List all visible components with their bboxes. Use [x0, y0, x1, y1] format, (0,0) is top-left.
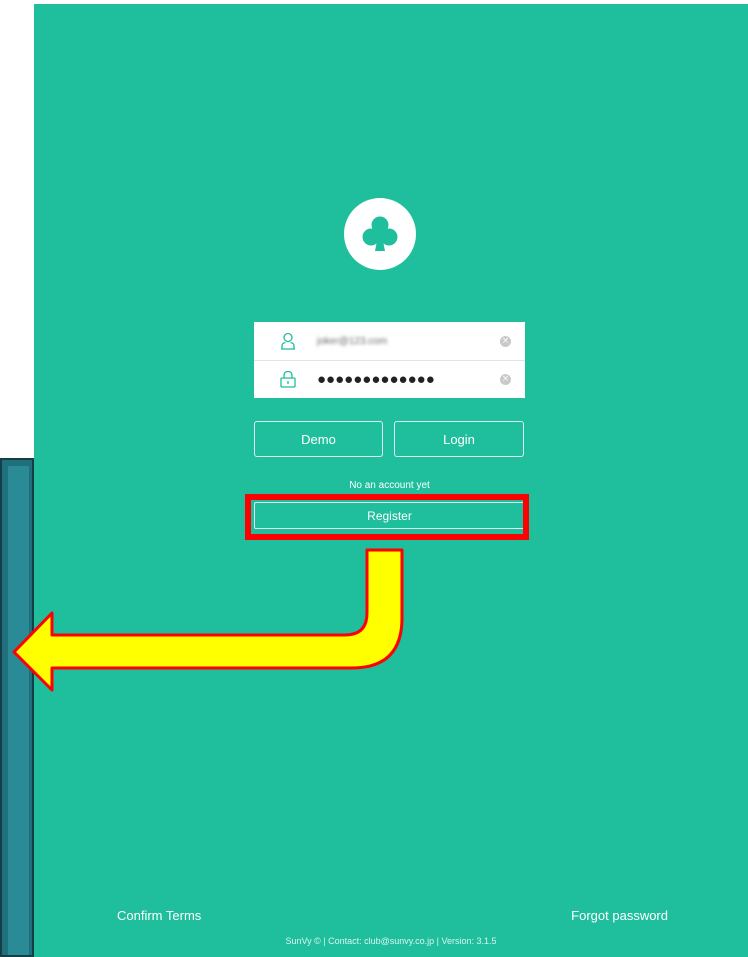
annotation-arrow-icon	[12, 548, 404, 692]
